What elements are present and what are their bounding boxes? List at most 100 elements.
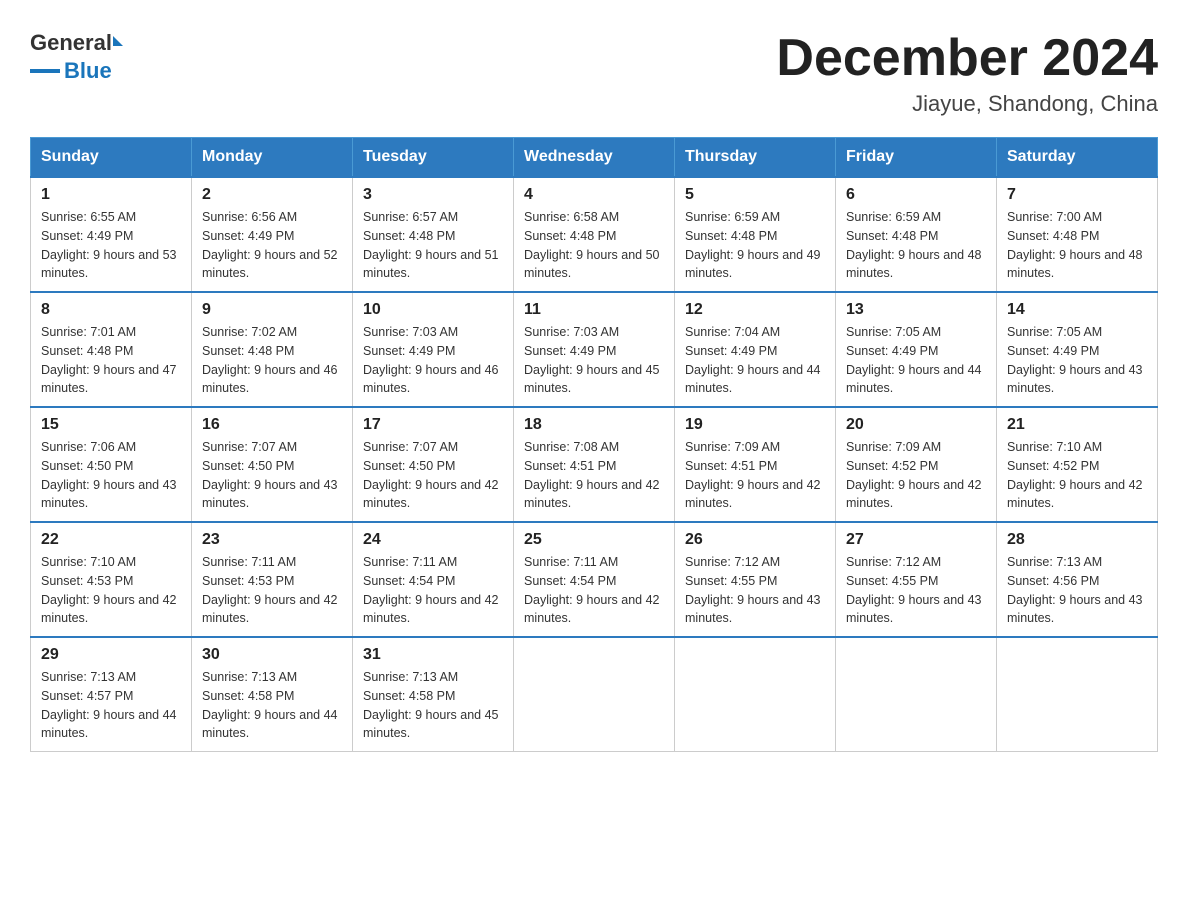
table-row: 11 Sunrise: 7:03 AMSunset: 4:49 PMDaylig… <box>514 292 675 407</box>
table-row: 13 Sunrise: 7:05 AMSunset: 4:49 PMDaylig… <box>836 292 997 407</box>
month-title: December 2024 <box>776 30 1158 87</box>
table-row: 22 Sunrise: 7:10 AMSunset: 4:53 PMDaylig… <box>31 522 192 637</box>
day-info: Sunrise: 7:03 AMSunset: 4:49 PMDaylight:… <box>524 323 664 398</box>
day-info: Sunrise: 7:13 AMSunset: 4:58 PMDaylight:… <box>202 668 342 743</box>
day-info: Sunrise: 7:01 AMSunset: 4:48 PMDaylight:… <box>41 323 181 398</box>
table-row: 31 Sunrise: 7:13 AMSunset: 4:58 PMDaylig… <box>353 637 514 752</box>
table-row: 9 Sunrise: 7:02 AMSunset: 4:48 PMDayligh… <box>192 292 353 407</box>
table-row: 19 Sunrise: 7:09 AMSunset: 4:51 PMDaylig… <box>675 407 836 522</box>
day-number: 3 <box>363 186 503 204</box>
table-row: 27 Sunrise: 7:12 AMSunset: 4:55 PMDaylig… <box>836 522 997 637</box>
logo-triangle-icon <box>113 36 123 46</box>
day-info: Sunrise: 7:12 AMSunset: 4:55 PMDaylight:… <box>846 553 986 628</box>
day-info: Sunrise: 6:57 AMSunset: 4:48 PMDaylight:… <box>363 208 503 283</box>
day-info: Sunrise: 7:05 AMSunset: 4:49 PMDaylight:… <box>1007 323 1147 398</box>
table-row: 7 Sunrise: 7:00 AMSunset: 4:48 PMDayligh… <box>997 177 1158 292</box>
table-row: 5 Sunrise: 6:59 AMSunset: 4:48 PMDayligh… <box>675 177 836 292</box>
day-number: 5 <box>685 186 825 204</box>
day-number: 31 <box>363 646 503 664</box>
day-info: Sunrise: 7:00 AMSunset: 4:48 PMDaylight:… <box>1007 208 1147 283</box>
header-thursday: Thursday <box>675 138 836 178</box>
day-info: Sunrise: 7:10 AMSunset: 4:52 PMDaylight:… <box>1007 438 1147 513</box>
table-row: 14 Sunrise: 7:05 AMSunset: 4:49 PMDaylig… <box>997 292 1158 407</box>
day-number: 20 <box>846 416 986 434</box>
day-number: 27 <box>846 531 986 549</box>
day-info: Sunrise: 6:55 AMSunset: 4:49 PMDaylight:… <box>41 208 181 283</box>
day-number: 29 <box>41 646 181 664</box>
day-number: 1 <box>41 186 181 204</box>
day-info: Sunrise: 6:59 AMSunset: 4:48 PMDaylight:… <box>685 208 825 283</box>
day-info: Sunrise: 7:08 AMSunset: 4:51 PMDaylight:… <box>524 438 664 513</box>
day-number: 26 <box>685 531 825 549</box>
table-row: 25 Sunrise: 7:11 AMSunset: 4:54 PMDaylig… <box>514 522 675 637</box>
day-info: Sunrise: 7:07 AMSunset: 4:50 PMDaylight:… <box>202 438 342 513</box>
day-info: Sunrise: 6:59 AMSunset: 4:48 PMDaylight:… <box>846 208 986 283</box>
page-header: General Blue December 2024 Jiayue, Shand… <box>30 30 1158 117</box>
weekday-header-row: Sunday Monday Tuesday Wednesday Thursday… <box>31 138 1158 178</box>
table-row <box>836 637 997 752</box>
day-info: Sunrise: 7:05 AMSunset: 4:49 PMDaylight:… <box>846 323 986 398</box>
day-number: 4 <box>524 186 664 204</box>
table-row: 1 Sunrise: 6:55 AMSunset: 4:49 PMDayligh… <box>31 177 192 292</box>
table-row: 21 Sunrise: 7:10 AMSunset: 4:52 PMDaylig… <box>997 407 1158 522</box>
week-row-4: 22 Sunrise: 7:10 AMSunset: 4:53 PMDaylig… <box>31 522 1158 637</box>
week-row-5: 29 Sunrise: 7:13 AMSunset: 4:57 PMDaylig… <box>31 637 1158 752</box>
header-sunday: Sunday <box>31 138 192 178</box>
table-row: 8 Sunrise: 7:01 AMSunset: 4:48 PMDayligh… <box>31 292 192 407</box>
table-row: 3 Sunrise: 6:57 AMSunset: 4:48 PMDayligh… <box>353 177 514 292</box>
day-number: 6 <box>846 186 986 204</box>
day-info: Sunrise: 7:10 AMSunset: 4:53 PMDaylight:… <box>41 553 181 628</box>
day-number: 11 <box>524 301 664 319</box>
table-row: 6 Sunrise: 6:59 AMSunset: 4:48 PMDayligh… <box>836 177 997 292</box>
table-row: 30 Sunrise: 7:13 AMSunset: 4:58 PMDaylig… <box>192 637 353 752</box>
week-row-1: 1 Sunrise: 6:55 AMSunset: 4:49 PMDayligh… <box>31 177 1158 292</box>
day-info: Sunrise: 7:13 AMSunset: 4:58 PMDaylight:… <box>363 668 503 743</box>
table-row: 24 Sunrise: 7:11 AMSunset: 4:54 PMDaylig… <box>353 522 514 637</box>
location-title: Jiayue, Shandong, China <box>776 91 1158 117</box>
day-number: 14 <box>1007 301 1147 319</box>
day-number: 8 <box>41 301 181 319</box>
title-block: December 2024 Jiayue, Shandong, China <box>776 30 1158 117</box>
day-info: Sunrise: 7:03 AMSunset: 4:49 PMDaylight:… <box>363 323 503 398</box>
table-row <box>514 637 675 752</box>
week-row-3: 15 Sunrise: 7:06 AMSunset: 4:50 PMDaylig… <box>31 407 1158 522</box>
table-row: 18 Sunrise: 7:08 AMSunset: 4:51 PMDaylig… <box>514 407 675 522</box>
table-row: 15 Sunrise: 7:06 AMSunset: 4:50 PMDaylig… <box>31 407 192 522</box>
day-info: Sunrise: 7:07 AMSunset: 4:50 PMDaylight:… <box>363 438 503 513</box>
header-tuesday: Tuesday <box>353 138 514 178</box>
calendar-table: Sunday Monday Tuesday Wednesday Thursday… <box>30 137 1158 752</box>
day-info: Sunrise: 7:09 AMSunset: 4:51 PMDaylight:… <box>685 438 825 513</box>
table-row: 12 Sunrise: 7:04 AMSunset: 4:49 PMDaylig… <box>675 292 836 407</box>
header-monday: Monday <box>192 138 353 178</box>
day-number: 17 <box>363 416 503 434</box>
day-number: 22 <box>41 531 181 549</box>
table-row: 29 Sunrise: 7:13 AMSunset: 4:57 PMDaylig… <box>31 637 192 752</box>
day-info: Sunrise: 6:56 AMSunset: 4:49 PMDaylight:… <box>202 208 342 283</box>
table-row: 16 Sunrise: 7:07 AMSunset: 4:50 PMDaylig… <box>192 407 353 522</box>
day-number: 25 <box>524 531 664 549</box>
header-friday: Friday <box>836 138 997 178</box>
table-row <box>675 637 836 752</box>
day-number: 30 <box>202 646 342 664</box>
day-number: 13 <box>846 301 986 319</box>
day-info: Sunrise: 7:12 AMSunset: 4:55 PMDaylight:… <box>685 553 825 628</box>
table-row: 10 Sunrise: 7:03 AMSunset: 4:49 PMDaylig… <box>353 292 514 407</box>
day-number: 7 <box>1007 186 1147 204</box>
day-number: 15 <box>41 416 181 434</box>
header-wednesday: Wednesday <box>514 138 675 178</box>
day-number: 2 <box>202 186 342 204</box>
logo-general: General <box>30 30 112 56</box>
logo-blue: Blue <box>64 58 112 84</box>
day-info: Sunrise: 7:11 AMSunset: 4:54 PMDaylight:… <box>524 553 664 628</box>
day-number: 21 <box>1007 416 1147 434</box>
day-info: Sunrise: 7:13 AMSunset: 4:57 PMDaylight:… <box>41 668 181 743</box>
day-number: 10 <box>363 301 503 319</box>
day-number: 9 <box>202 301 342 319</box>
header-saturday: Saturday <box>997 138 1158 178</box>
day-info: Sunrise: 6:58 AMSunset: 4:48 PMDaylight:… <box>524 208 664 283</box>
day-info: Sunrise: 7:11 AMSunset: 4:53 PMDaylight:… <box>202 553 342 628</box>
day-number: 24 <box>363 531 503 549</box>
table-row: 26 Sunrise: 7:12 AMSunset: 4:55 PMDaylig… <box>675 522 836 637</box>
day-number: 28 <box>1007 531 1147 549</box>
day-number: 19 <box>685 416 825 434</box>
